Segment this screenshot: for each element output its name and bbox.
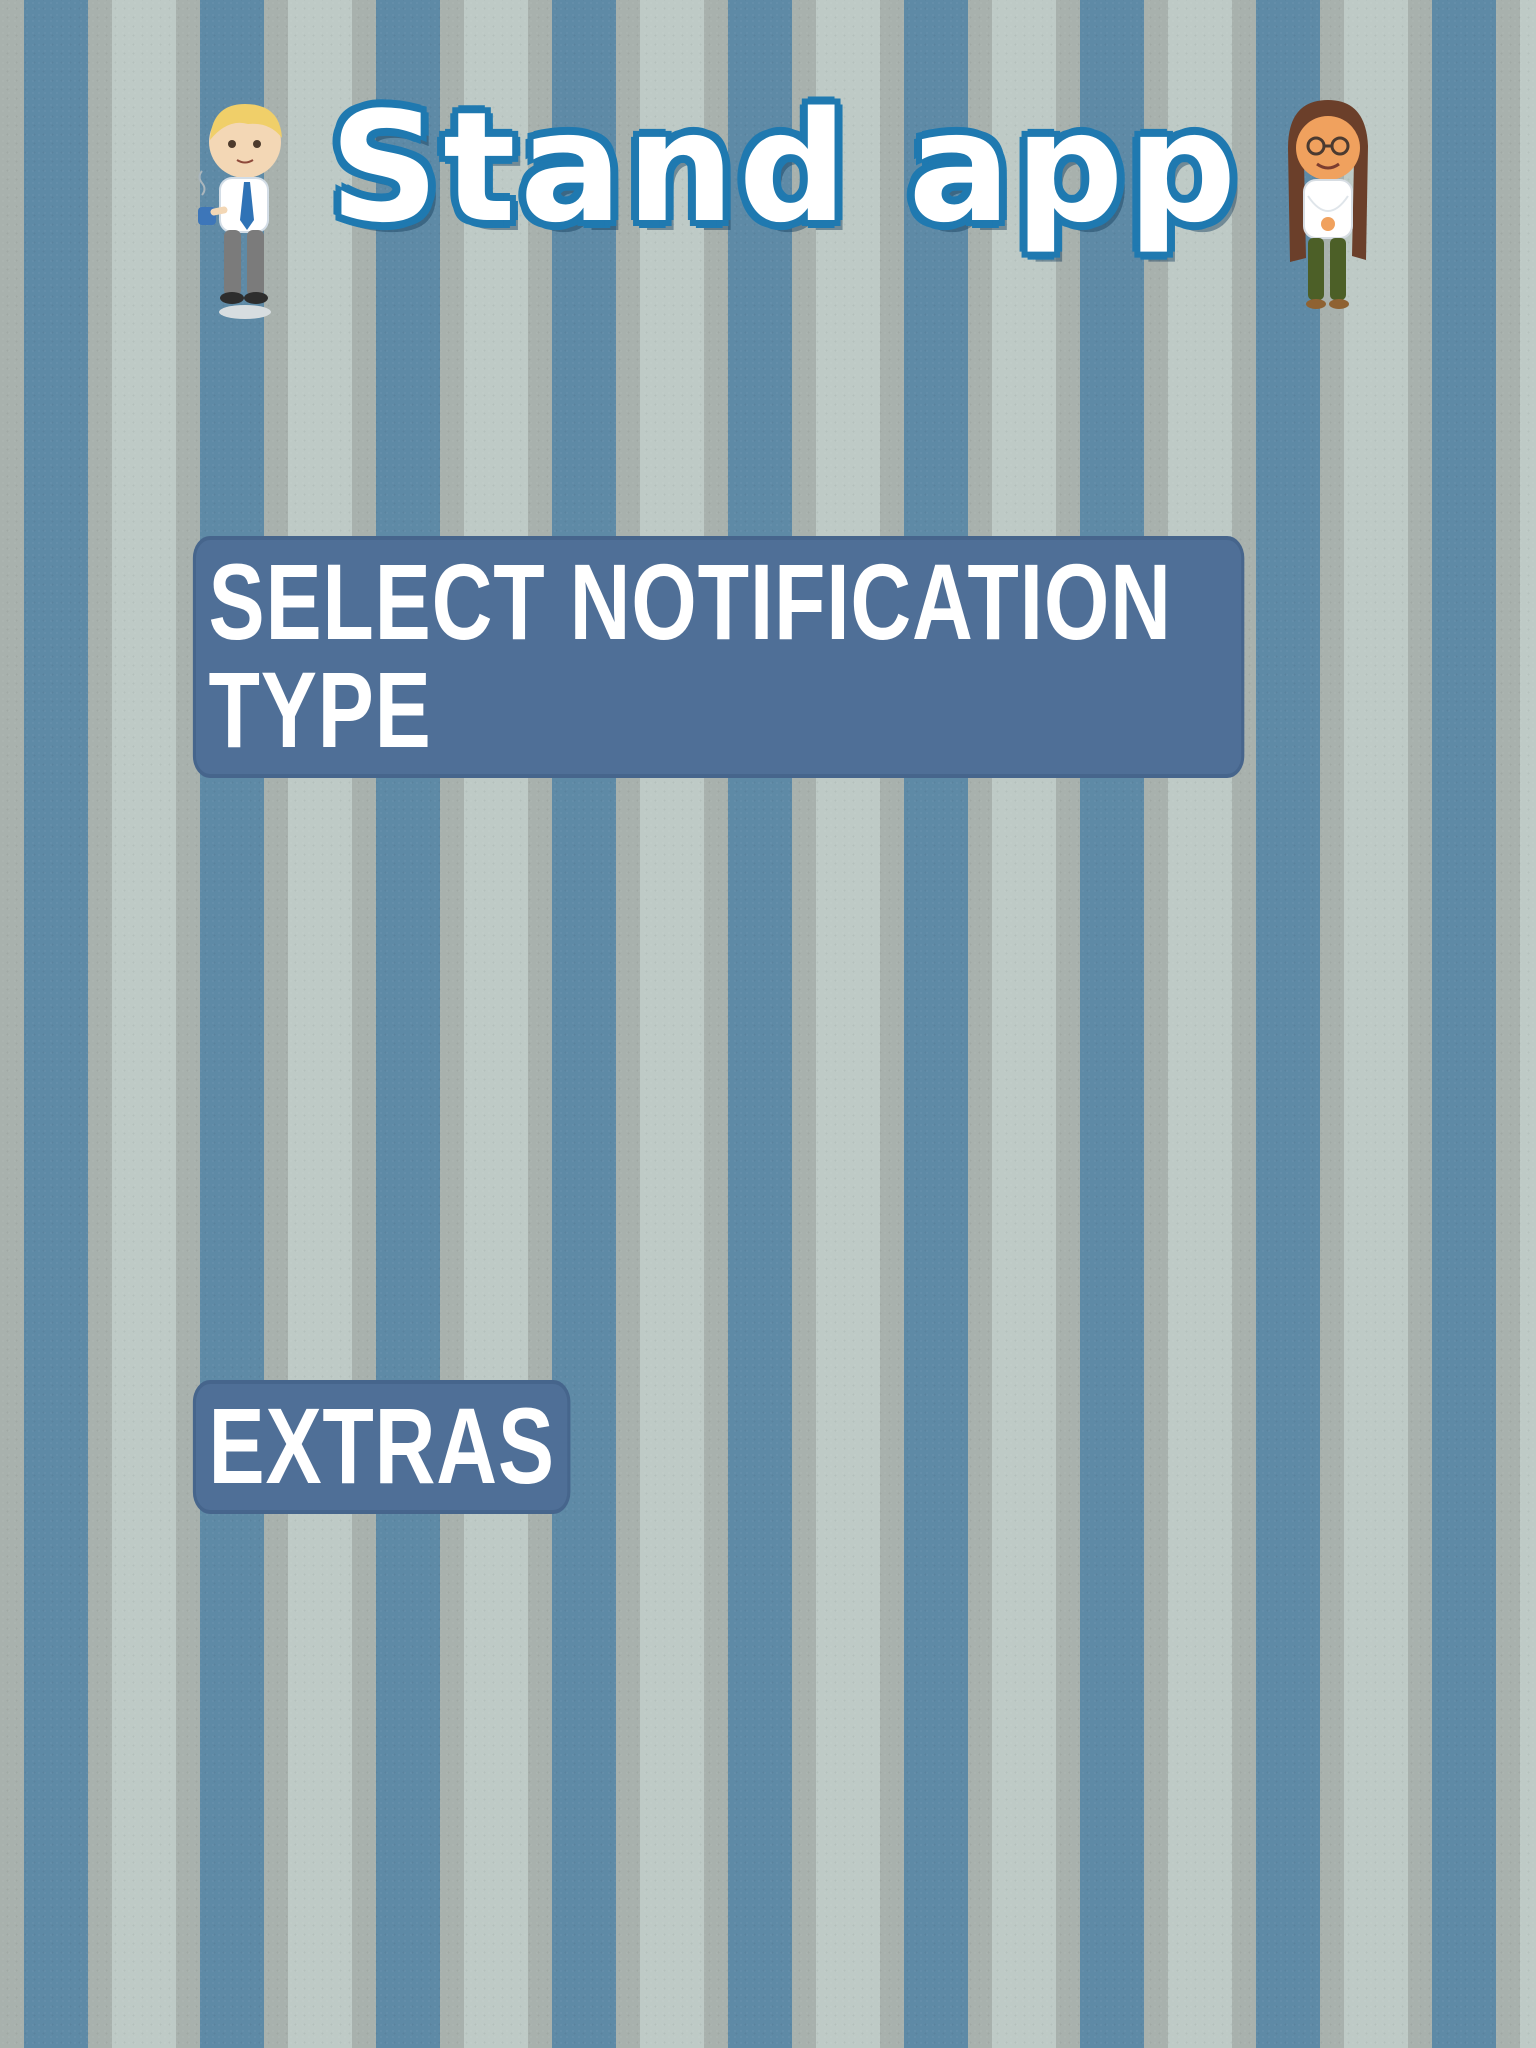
app-header: Stand app (190, 90, 1380, 330)
app-title: Stand app (329, 79, 1241, 256)
extras-heading: EXTRAS (196, 1384, 568, 1510)
notification-type-heading: SELECT NOTIFICATION TYPE (196, 540, 1242, 774)
office-man-icon (198, 104, 282, 319)
office-woman-icon (1288, 100, 1368, 309)
